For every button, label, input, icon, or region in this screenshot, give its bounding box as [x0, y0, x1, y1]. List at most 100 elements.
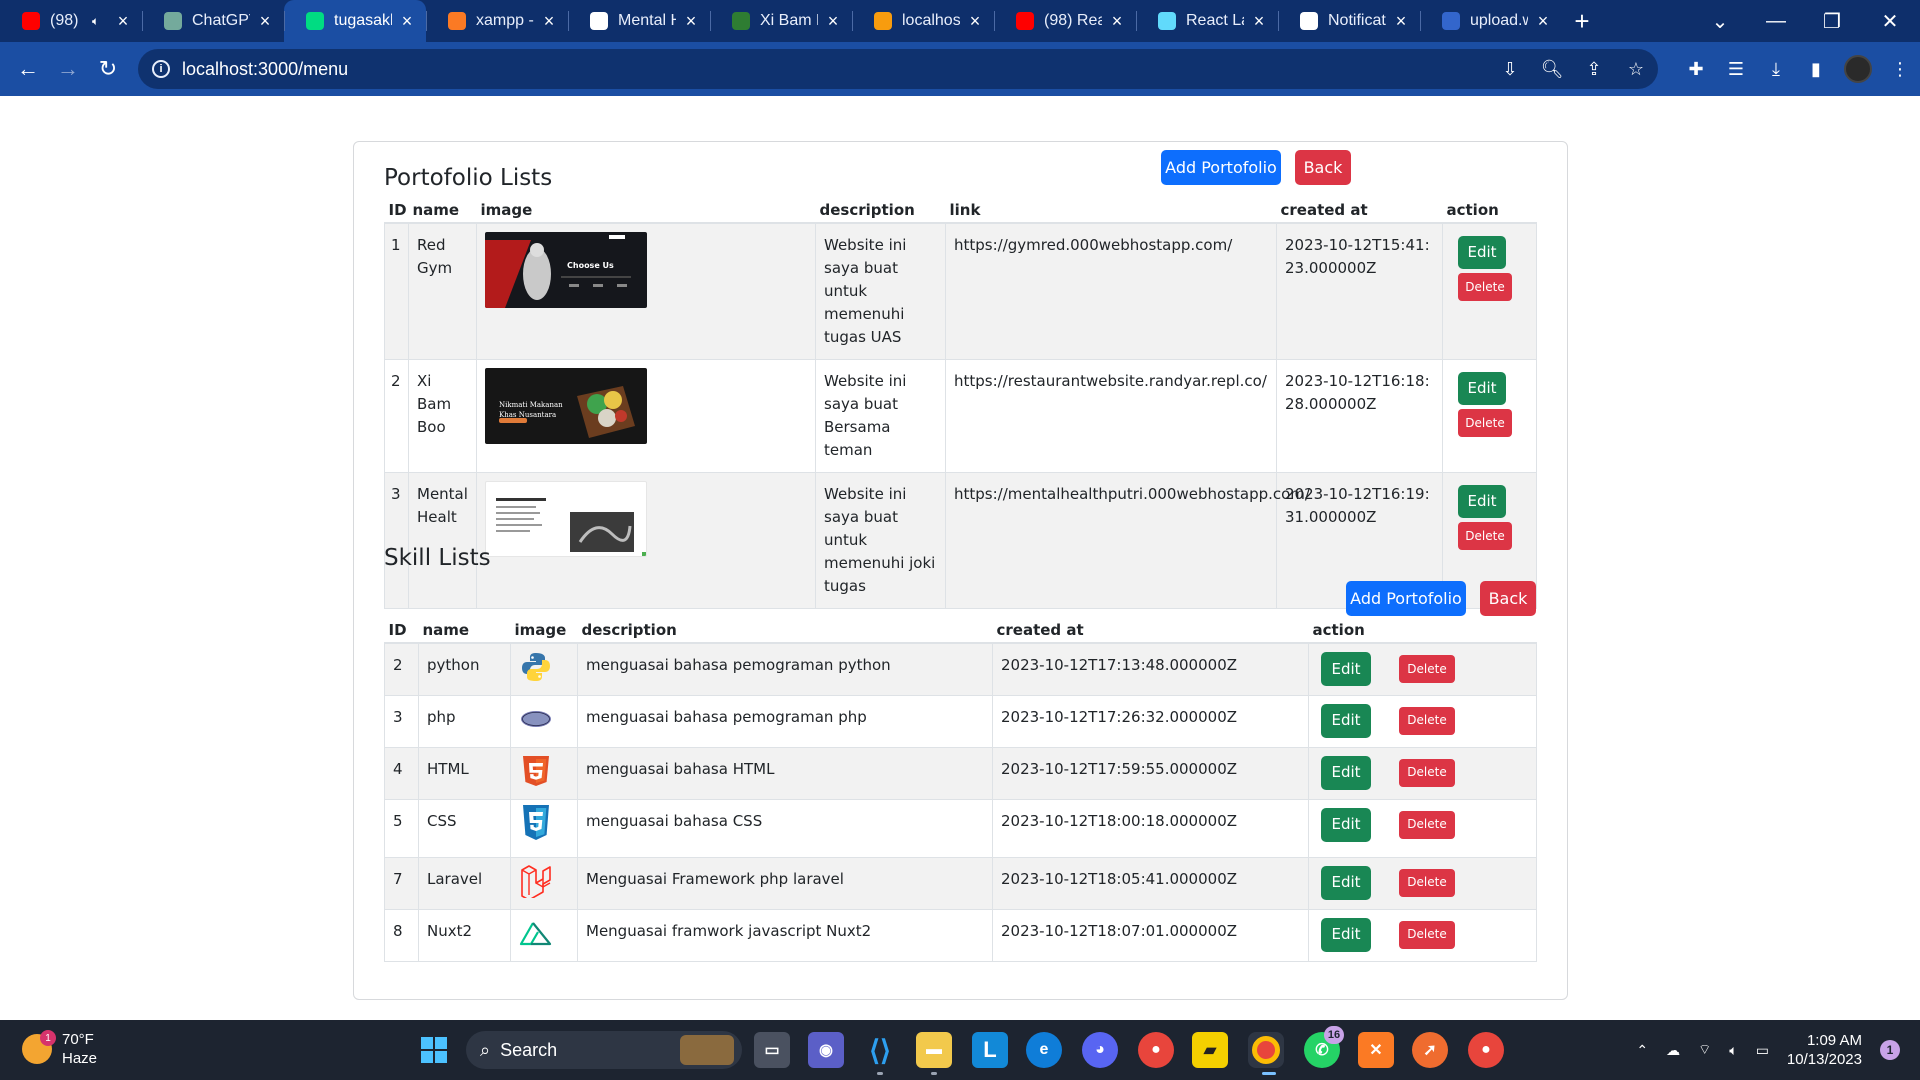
install-app-icon[interactable]: ⇩ [1498, 57, 1522, 81]
reload-icon[interactable]: ↻ [88, 49, 128, 89]
restore-button[interactable]: ❐ [1804, 0, 1860, 42]
delete-button[interactable]: Delete [1399, 920, 1455, 949]
back-arrow-icon[interactable]: ← [8, 49, 48, 89]
tab-search-icon[interactable]: ⌄ [1692, 0, 1748, 42]
tab-close-icon[interactable]: × [256, 11, 274, 31]
php-icon [519, 702, 553, 736]
skill-back-button[interactable]: Back [1480, 581, 1536, 616]
nuxt-icon [519, 916, 553, 950]
new-tab-button[interactable]: + [1562, 0, 1602, 42]
task-view-icon[interactable]: ▭ [754, 1032, 790, 1068]
tab-close-icon[interactable]: × [398, 11, 416, 31]
share-icon[interactable]: ⇪ [1582, 57, 1606, 81]
browser-tab[interactable]: React La × [1136, 0, 1278, 42]
delete-button[interactable]: Delete [1399, 758, 1455, 787]
browser-tab[interactable]: Xi Bam B × [710, 0, 852, 42]
windows-start-icon[interactable] [416, 1032, 452, 1068]
profile-avatar[interactable] [1844, 55, 1872, 83]
onedrive-icon[interactable]: ☁ [1666, 1042, 1680, 1059]
tray-overflow-icon[interactable]: ⌃ [1636, 1042, 1648, 1059]
address-bar[interactable]: i localhost:3000/menu ⇩ 🔍︎ ⇪ ☆ [138, 49, 1658, 89]
delete-button[interactable]: Delete [1399, 810, 1455, 839]
browser-tab[interactable]: localhost × [852, 0, 994, 42]
discord-icon[interactable]: ◕ [1082, 1032, 1118, 1068]
tab-close-icon[interactable]: × [1534, 11, 1552, 31]
delete-button[interactable]: Delete [1458, 409, 1512, 437]
delete-button[interactable]: Delete [1399, 868, 1455, 897]
taskbar-search[interactable]: ⌕ Search [466, 1031, 742, 1069]
download-icon[interactable]: ⤓ [1764, 57, 1788, 81]
tab-close-icon[interactable]: × [682, 11, 700, 31]
browser-tab[interactable]: (98) 🔈︎ × [0, 0, 142, 42]
delete-button[interactable]: Delete [1458, 522, 1512, 550]
tab-close-icon[interactable]: × [1250, 11, 1268, 31]
close-window-button[interactable]: ✕ [1862, 0, 1918, 42]
row-link[interactable]: https://restaurantwebsite.randyar.repl.c… [945, 359, 1277, 473]
chrome-profile-icon[interactable]: ● [1468, 1032, 1504, 1068]
browser-tab[interactable]: tugasakh × [284, 0, 426, 42]
browser-tab[interactable]: Mental H × [568, 0, 710, 42]
row-link[interactable]: https://mentalhealthputri.000webhostapp.… [945, 472, 1310, 609]
extensions-puzzle-icon[interactable]: ✚ [1684, 57, 1708, 81]
youtube-icon [22, 12, 40, 30]
bookmark-star-icon[interactable]: ☆ [1624, 57, 1648, 81]
back-button[interactable]: Back [1295, 150, 1351, 185]
edit-button[interactable]: Edit [1321, 865, 1371, 900]
browser-tab[interactable]: xampp - × [426, 0, 568, 42]
notification-badge[interactable]: 1 [1880, 1040, 1900, 1060]
edit-button[interactable]: Edit [1458, 485, 1506, 518]
tab-close-icon[interactable]: × [540, 11, 558, 31]
tab-close-icon[interactable]: × [966, 11, 984, 31]
chrome-icon[interactable]: ● [1138, 1032, 1174, 1068]
tab-close-icon[interactable]: × [824, 11, 842, 31]
postman-icon[interactable]: ➚ [1412, 1032, 1448, 1068]
add-portfolio-button[interactable]: Add Portofolio [1161, 150, 1281, 185]
chrome-active-icon[interactable] [1248, 1032, 1284, 1068]
edit-button[interactable]: Edit [1321, 755, 1371, 790]
weather-widget[interactable]: 1 70°F Haze [22, 1030, 97, 1068]
url-text[interactable]: localhost:3000/menu [182, 59, 348, 80]
edit-button[interactable]: Edit [1458, 236, 1506, 269]
forward-arrow-icon[interactable]: → [48, 49, 88, 89]
delete-button[interactable]: Delete [1399, 706, 1455, 735]
browser-tab[interactable]: ChatGPT × [142, 0, 284, 42]
browser-tab[interactable]: (98) Rea × [994, 0, 1136, 42]
add-skill-button[interactable]: Add Portofolio [1346, 581, 1466, 616]
delete-button[interactable]: Delete [1399, 655, 1455, 683]
delete-button[interactable]: Delete [1458, 273, 1512, 301]
edit-button[interactable]: Edit [1458, 372, 1506, 405]
tab-audio-icon[interactable]: 🔈︎ [92, 14, 108, 29]
vscode-icon[interactable]: ⟨⟩ [862, 1032, 898, 1068]
edit-button[interactable]: Edit [1321, 807, 1371, 842]
browser-tab[interactable]: upload.w × [1420, 0, 1562, 42]
row-link[interactable]: https://gymred.000webhostapp.com/ [945, 222, 1277, 360]
laravel-icon [519, 864, 553, 898]
edit-button[interactable]: Edit [1321, 652, 1371, 686]
side-panel-icon[interactable]: ▮ [1804, 57, 1828, 81]
battery-icon[interactable]: ▭ [1756, 1042, 1769, 1059]
row-name: Laravel [418, 856, 511, 910]
reading-list-icon[interactable]: ☰ [1724, 57, 1748, 81]
zoom-icon[interactable]: 🔍︎ [1540, 57, 1564, 81]
edge-icon[interactable]: e [1026, 1032, 1062, 1068]
tab-close-icon[interactable]: × [114, 11, 132, 31]
whatsapp-icon[interactable]: ✆ 16 [1304, 1026, 1344, 1068]
edit-button[interactable]: Edit [1321, 703, 1371, 738]
xampp-icon[interactable]: ✕ [1358, 1032, 1394, 1068]
tab-close-icon[interactable]: × [1108, 11, 1126, 31]
wifi-icon[interactable]: ⌔ [1698, 1041, 1711, 1059]
edit-button[interactable]: Edit [1321, 917, 1371, 952]
teams-icon[interactable]: ◉ [808, 1032, 844, 1068]
action-buttons: Edit Delete [1321, 652, 1524, 686]
browser-tab[interactable]: Notificat × [1278, 0, 1420, 42]
site-info-icon[interactable]: i [152, 60, 170, 78]
clock[interactable]: 1:09 AM 10/13/2023 [1787, 1031, 1862, 1069]
minimize-button[interactable]: — [1748, 0, 1804, 42]
sticky-notes-icon[interactable]: ▰ [1192, 1032, 1228, 1068]
file-explorer-icon[interactable]: ▬ [916, 1032, 952, 1068]
volume-icon[interactable]: 🔈︎ [1729, 1042, 1737, 1059]
tab-title: Mental H [618, 12, 676, 29]
menu-kebab-icon[interactable]: ⋮ [1888, 57, 1912, 81]
lightshot-icon[interactable]: L [972, 1032, 1008, 1068]
tab-close-icon[interactable]: × [1392, 11, 1410, 31]
